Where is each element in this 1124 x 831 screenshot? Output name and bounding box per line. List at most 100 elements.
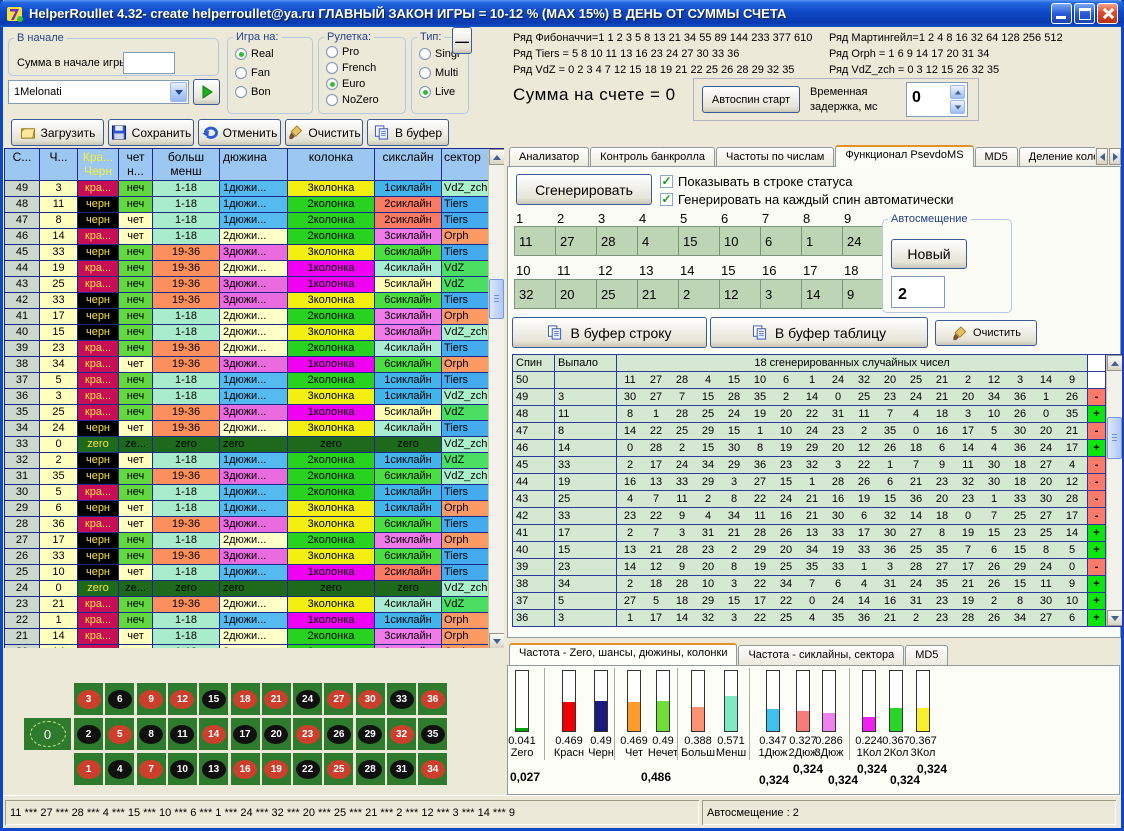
preset-combobox[interactable]: 1Melonati <box>8 80 189 104</box>
radio-option-live[interactable]: Live <box>412 81 468 100</box>
history-row[interactable]: 322чернчет1-181дюжи...2колонка1сиклайнVd… <box>5 453 504 469</box>
history-row[interactable]: 330zeroze...zerozerozerozeroVdZ_zch <box>5 437 504 453</box>
tab-1[interactable]: Анализатор <box>509 147 589 167</box>
radio-icon[interactable] <box>419 67 431 79</box>
toolbar-button-5[interactable]: В буфер <box>367 119 449 146</box>
history-row[interactable]: 4533черннеч19-363дюжи...3колонка6сиклайн… <box>5 245 504 261</box>
title-bar[interactable]: HelperRoullet 4.32- create helperroullet… <box>0 0 1124 27</box>
history-row[interactable]: 4614кра...чет1-182дюжи...2колонка3сиклай… <box>5 229 504 245</box>
radio-icon[interactable] <box>235 86 247 98</box>
close-button[interactable] <box>1097 3 1118 24</box>
radio-icon[interactable] <box>419 86 431 98</box>
radio-option-real[interactable]: Real <box>228 43 312 62</box>
maximize-button[interactable] <box>1074 3 1095 24</box>
tab-3[interactable]: Частоты по числам <box>716 147 834 167</box>
history-row[interactable]: 4015черннеч1-182дюжи...3колонка3сиклайнV… <box>5 325 504 341</box>
roulette-cell-18[interactable]: 18 <box>231 683 260 715</box>
radio-icon[interactable] <box>235 67 247 79</box>
history-row[interactable]: 3424чернчет19-362дюжи...3колонка4сиклайн… <box>5 421 504 437</box>
history-row[interactable]: 4325кра...неч19-363дюжи...1колонка5сикла… <box>5 277 504 293</box>
tab-scroll-right-button[interactable] <box>1109 148 1121 165</box>
roulette-cell-31[interactable]: 31 <box>387 753 416 785</box>
roulette-cell-34[interactable]: 34 <box>418 753 447 785</box>
roulette-cell-24[interactable]: 24 <box>293 683 322 715</box>
roulette-cell-12[interactable]: 12 <box>168 683 197 715</box>
scroll-down-button[interactable] <box>1107 610 1123 626</box>
scroll-down-button[interactable] <box>489 633 504 648</box>
roulette-cell-9[interactable]: 9 <box>137 683 166 715</box>
freq-tab-1[interactable]: Частота - Zero, шансы, дюжины, колонки <box>509 643 737 665</box>
history-row[interactable]: 3834кра...чет19-363дюжи...1колонка6сикла… <box>5 357 504 373</box>
roulette-cell-6[interactable]: 6 <box>105 683 134 715</box>
radio-option-multi[interactable]: Multi <box>412 62 468 81</box>
freq-tab-2[interactable]: Частота - сиклайны, сектора <box>738 645 904 665</box>
spin-row[interactable]: 411727331212826133317302781915232514+ <box>513 525 1122 542</box>
copy-row-button[interactable]: В буфер строку <box>512 317 707 348</box>
spin-row[interactable]: 3631171432322254353621223282634276+ <box>513 610 1122 627</box>
roulette-cell-13[interactable]: 13 <box>199 753 228 785</box>
roulette-cell-15[interactable]: 15 <box>199 683 228 715</box>
history-row[interactable]: 3525кра...неч19-363дюжи...1колонка5сикла… <box>5 405 504 421</box>
collapse-button[interactable]: — <box>452 27 472 54</box>
clear-generator-button[interactable]: Очистить <box>935 320 1037 346</box>
scroll-up-button[interactable] <box>1107 355 1123 371</box>
play-button[interactable] <box>193 79 220 105</box>
history-row[interactable]: 2633черннеч19-363дюжи...3колонка6сиклайн… <box>5 549 504 565</box>
radio-option-pro[interactable]: Pro <box>319 43 405 59</box>
toolbar-button-3[interactable]: Отменить <box>198 119 281 146</box>
spin-row[interactable]: 4419161333293271512826621233230182012- <box>513 474 1122 491</box>
roulette-cell-1[interactable]: 1 <box>74 753 103 785</box>
history-row[interactable]: 4811черннеч1-181дюжи...2колонка2сиклайнT… <box>5 197 504 213</box>
roulette-cell-20[interactable]: 20 <box>262 718 291 750</box>
spin-row[interactable]: 40151321282322920341933362535761585+ <box>513 542 1122 559</box>
minimize-button[interactable] <box>1051 3 1072 24</box>
history-row[interactable]: 2510чернчет1-181дюжи...1колонка2сиклайнT… <box>5 565 504 581</box>
toolbar-button-2[interactable]: Сохранить <box>108 119 194 146</box>
roulette-cell-33[interactable]: 33 <box>387 683 416 715</box>
delay-spinner[interactable]: 0 <box>906 82 968 117</box>
roulette-cell-4[interactable]: 4 <box>105 753 134 785</box>
generate-button[interactable]: Сгенерировать <box>516 174 652 205</box>
radio-icon[interactable] <box>326 62 338 74</box>
roulette-cell-5[interactable]: 5 <box>105 718 134 750</box>
spin-row[interactable]: 37527518291517220241416312319283010+ <box>513 593 1122 610</box>
spin-row[interactable]: 43254711282224211619153620231333028- <box>513 491 1122 508</box>
toolbar-button-4[interactable]: Очистить <box>285 119 363 146</box>
roulette-cell-14[interactable]: 14 <box>199 718 228 750</box>
roulette-cell-26[interactable]: 26 <box>324 718 353 750</box>
copy-table-button[interactable]: В буфер таблицу <box>710 317 928 348</box>
scroll-up-button[interactable] <box>489 149 504 165</box>
roulette-cell-27[interactable]: 27 <box>324 683 353 715</box>
spinner-down-button[interactable] <box>950 100 965 114</box>
history-row[interactable]: 240zeroze...zerozerozerozeroVdZ_zch <box>5 581 504 597</box>
spin-row[interactable]: 4811812825241920223111741831026035+ <box>513 406 1122 423</box>
roulette-cell-8[interactable]: 8 <box>137 718 166 750</box>
history-row[interactable]: 296чернчет1-181дюжи...3колонка1сиклайнOr… <box>5 501 504 517</box>
history-row[interactable]: 375кра...неч1-181дюжи...2колонка1сиклайн… <box>5 373 504 389</box>
roulette-cell-22[interactable]: 22 <box>293 753 322 785</box>
spin-row[interactable]: 50112728415106124322025212123149 <box>513 372 1122 389</box>
tab-2[interactable]: Контроль банкролла <box>590 147 715 167</box>
radio-option-nozero[interactable]: NoZero <box>319 91 405 107</box>
scrollbar-thumb[interactable] <box>1107 417 1122 459</box>
spin-table-scrollbar[interactable] <box>1106 355 1122 626</box>
history-scrollbar[interactable] <box>488 149 504 648</box>
roulette-cell-19[interactable]: 19 <box>262 753 291 785</box>
roulette-cell-23[interactable]: 23 <box>293 718 322 750</box>
history-row[interactable]: 2717черннеч1-182дюжи...2колонка3сиклайнO… <box>5 533 504 549</box>
tab-scroll-left-button[interactable] <box>1096 148 1108 165</box>
freq-tab-3[interactable]: MD5 <box>905 645 948 665</box>
spin-row[interactable]: 39231412920819253533132827172629240- <box>513 559 1122 576</box>
roulette-cell-3[interactable]: 3 <box>74 683 103 715</box>
tab-5[interactable]: MD5 <box>975 147 1018 167</box>
history-row[interactable]: 221кра...неч1-181дюжи...1колонка1сиклайн… <box>5 613 504 629</box>
roulette-cell-10[interactable]: 10 <box>168 753 197 785</box>
roulette-cell-35[interactable]: 35 <box>418 718 447 750</box>
history-row[interactable]: 3135черннеч19-363дюжи...2колонка6сиклайн… <box>5 469 504 485</box>
roulette-cell-25[interactable]: 25 <box>324 753 353 785</box>
radio-option-french[interactable]: French <box>319 59 405 75</box>
tab-6[interactable]: Деление колеса на <box>1019 147 1095 167</box>
history-row[interactable]: 363кра...неч1-181дюжи...3колонка1сиклайн… <box>5 389 504 405</box>
history-row[interactable]: 4117черннеч1-182дюжи...2колонка3сиклайнO… <box>5 309 504 325</box>
history-row[interactable]: 3923кра...неч19-362дюжи...2колонка4сикла… <box>5 341 504 357</box>
